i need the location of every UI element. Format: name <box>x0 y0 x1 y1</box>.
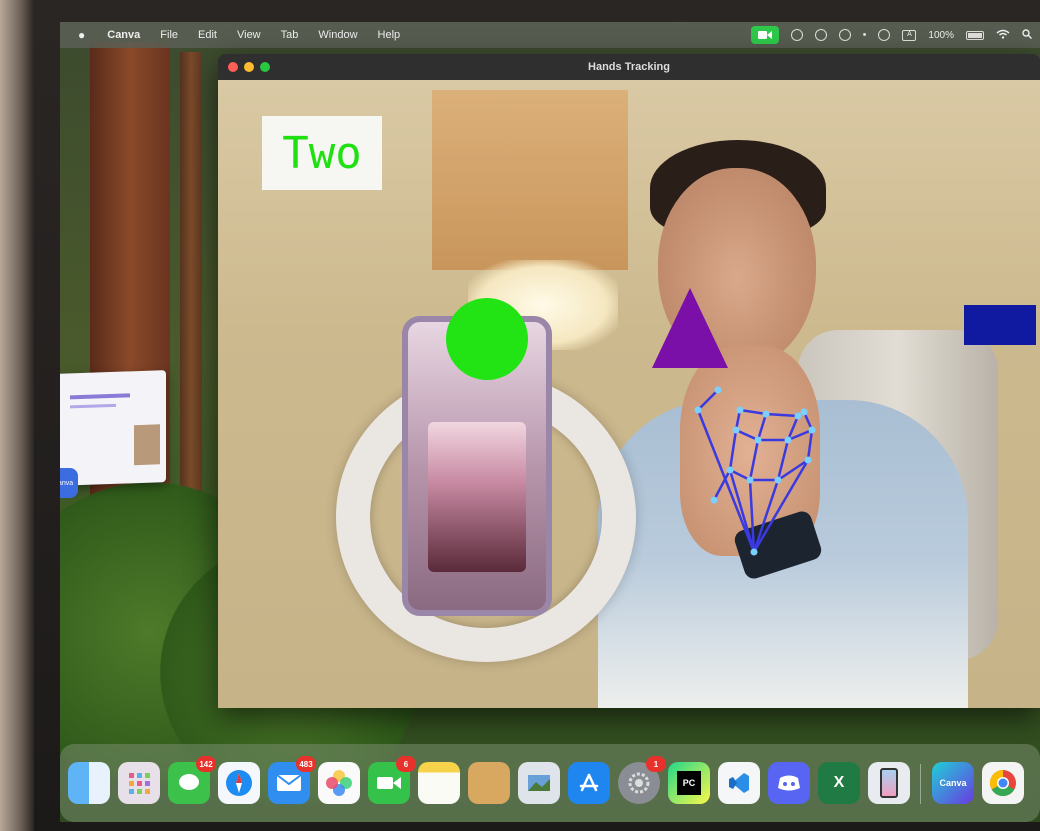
screen: ● Canva File Edit View Tab Window Help •… <box>60 22 1040 822</box>
battery-percent: 100% <box>928 29 954 41</box>
creative-cloud-icon[interactable] <box>790 29 803 41</box>
thumbnail-subheading <box>70 403 116 409</box>
window-titlebar: Hands Tracking <box>218 54 1040 80</box>
canva-window-thumbnail[interactable] <box>60 370 166 486</box>
clock-icon[interactable] <box>838 29 851 41</box>
discord-icon[interactable] <box>768 762 810 804</box>
skeleton-connections <box>696 389 814 553</box>
wifi-icon[interactable] <box>996 29 1010 42</box>
chrome-icon[interactable] <box>982 762 1024 804</box>
facetime-icon[interactable]: 6 <box>368 756 416 804</box>
facetime-badge: 6 <box>396 756 416 772</box>
window-title: Hands Tracking <box>588 61 670 73</box>
preview-icon[interactable] <box>518 762 560 804</box>
menu-bar-status: • A 100% <box>750 22 1032 48</box>
menu-app-name[interactable]: Canva <box>107 29 140 41</box>
input-source-icon[interactable]: A <box>902 29 917 41</box>
search-icon[interactable] <box>1022 28 1032 42</box>
pycharm-logo: PC <box>677 771 701 795</box>
photos-icon[interactable] <box>318 762 360 804</box>
target-icon[interactable] <box>878 29 891 41</box>
mail-badge: 483 <box>296 756 316 772</box>
menu-help[interactable]: Help <box>378 29 401 41</box>
battery-icon[interactable] <box>966 30 984 40</box>
canva-app-badge[interactable]: Canva <box>60 468 78 498</box>
menu-tab[interactable]: Tab <box>281 29 299 41</box>
app-store-icon[interactable] <box>568 762 610 804</box>
thumbnail-heading <box>70 393 130 400</box>
video-recording-icon[interactable] <box>750 26 779 44</box>
canva-dock-icon[interactable]: Canva <box>932 762 974 804</box>
hands-tracking-window: Hands Tracking Two <box>218 54 1040 708</box>
menu-view[interactable]: View <box>237 29 261 41</box>
iphone-glyph <box>880 768 898 798</box>
messages-badge: 142 <box>196 756 216 772</box>
notes-icon[interactable] <box>418 762 460 804</box>
apple-icon[interactable]: ● <box>78 28 85 42</box>
camera-feed: Two <box>218 80 1040 708</box>
messages-icon[interactable]: 142 <box>168 756 216 804</box>
mail-icon[interactable]: 483 <box>268 756 316 804</box>
vscode-icon[interactable] <box>718 762 760 804</box>
bluetooth-icon[interactable]: • <box>863 29 867 41</box>
excel-logo: X <box>833 774 845 791</box>
pycharm-icon[interactable]: PC <box>668 762 710 804</box>
iphone-mirroring-icon[interactable] <box>868 762 910 804</box>
dock-separator <box>920 764 921 804</box>
hand-landmark-skeleton <box>694 386 816 556</box>
launchpad-icon[interactable] <box>118 762 160 804</box>
archive-utility-icon[interactable] <box>468 762 510 804</box>
menu-file[interactable]: File <box>160 29 178 41</box>
system-preferences-badge: 1 <box>646 756 666 772</box>
laptop-edge <box>0 0 34 831</box>
bear-icon[interactable] <box>814 29 827 41</box>
menu-bar: ● Canva File Edit View Tab Window Help •… <box>60 22 1040 48</box>
system-preferences-icon[interactable]: 1 <box>618 756 666 804</box>
thumbnail-image <box>134 424 160 466</box>
finder-icon[interactable] <box>68 762 110 804</box>
safari-icon[interactable] <box>218 762 260 804</box>
excel-icon[interactable]: X <box>818 762 860 804</box>
dock: 142 483 6 1 PC X Canva <box>60 744 1040 822</box>
menu-window[interactable]: Window <box>318 29 357 41</box>
menu-edit[interactable]: Edit <box>198 29 217 41</box>
